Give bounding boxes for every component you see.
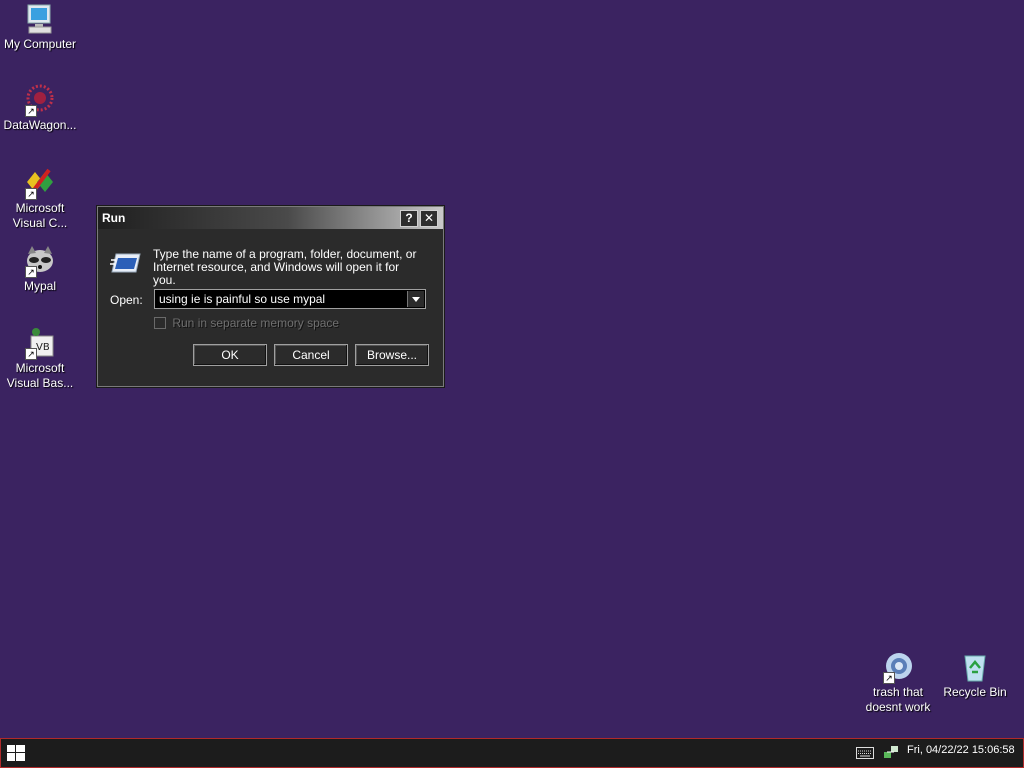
open-label: Open: [110,293,143,307]
desktop-icon-my-computer[interactable]: My Computer [0,2,80,52]
shortcut-arrow-icon: ↗ [25,348,37,360]
desktop-icon-label: Microsoft Visual Bas... [6,361,74,390]
desktop-icon-trash-that-doesnt-work[interactable]: ↗ trash that doesnt work [858,650,938,715]
network-icon[interactable] [883,744,899,760]
desktop-icon-label: Recycle Bin [943,685,1007,699]
run-icon [110,250,142,276]
taskbar: Fri, 04/22/22 15:06:58 [0,738,1024,768]
desktop-icon-label: My Computer [3,37,77,51]
desktop-icon-label: Mypal [23,279,56,293]
cancel-button[interactable]: Cancel [274,344,348,366]
help-button[interactable]: ? [400,210,418,227]
desktop-icon-label: DataWagon... [3,118,77,132]
shortcut-arrow-icon: ↗ [25,266,37,278]
taskbar-clock[interactable]: Fri, 04/22/22 15:06:58 [907,744,1015,756]
dialog-description: Type the name of a program, folder, docu… [153,247,417,287]
keyboard-icon[interactable] [856,747,874,759]
shortcut-arrow-icon: ↗ [883,672,895,684]
desktop-icon-label: Microsoft Visual C... [12,201,68,230]
windows-logo-icon [7,745,25,761]
run-dialog: Run ? ✕ Type the name of a program, fold… [97,206,444,387]
browser-globe-icon: ↗ [881,650,915,684]
desktop: My Computer ↗ DataWagon... ↗ Microsoft V… [0,0,1024,738]
dialog-titlebar[interactable]: Run ? ✕ [98,207,443,229]
close-button[interactable]: ✕ [420,210,438,227]
separate-memory-label: Run in separate memory space [172,315,340,330]
separate-memory-row: Run in separate memory space [154,315,339,330]
desktop-icon-visual-basic[interactable]: VB ↗ Microsoft Visual Bas... [0,326,80,391]
desktop-icon-mypal[interactable]: ↗ Mypal [0,244,80,294]
separate-memory-checkbox [154,316,166,329]
desktop-icon-visual-c[interactable]: ↗ Microsoft Visual C... [0,166,80,231]
visual-c-icon: ↗ [23,166,57,200]
start-button[interactable] [5,743,27,763]
desktop-icon-label: trash that doesnt work [865,685,931,714]
desktop-icon-recycle-bin[interactable]: Recycle Bin [935,650,1015,700]
ok-button[interactable]: OK [193,344,267,366]
shortcut-arrow-icon: ↗ [25,188,37,200]
recycle-bin-icon [958,650,992,684]
svg-text:VB: VB [36,342,50,353]
open-combobox[interactable] [154,289,426,309]
datawagon-icon: ↗ [23,83,57,117]
open-input[interactable] [157,291,409,307]
visual-basic-icon: VB ↗ [23,326,57,360]
shortcut-arrow-icon: ↗ [25,105,37,117]
browse-button[interactable]: Browse... [355,344,429,366]
dialog-title: Run [102,211,126,225]
desktop-icon-datawagon[interactable]: ↗ DataWagon... [0,83,80,133]
chevron-down-icon[interactable] [407,291,424,307]
mypal-raccoon-icon: ↗ [23,244,57,278]
computer-icon [23,2,57,36]
